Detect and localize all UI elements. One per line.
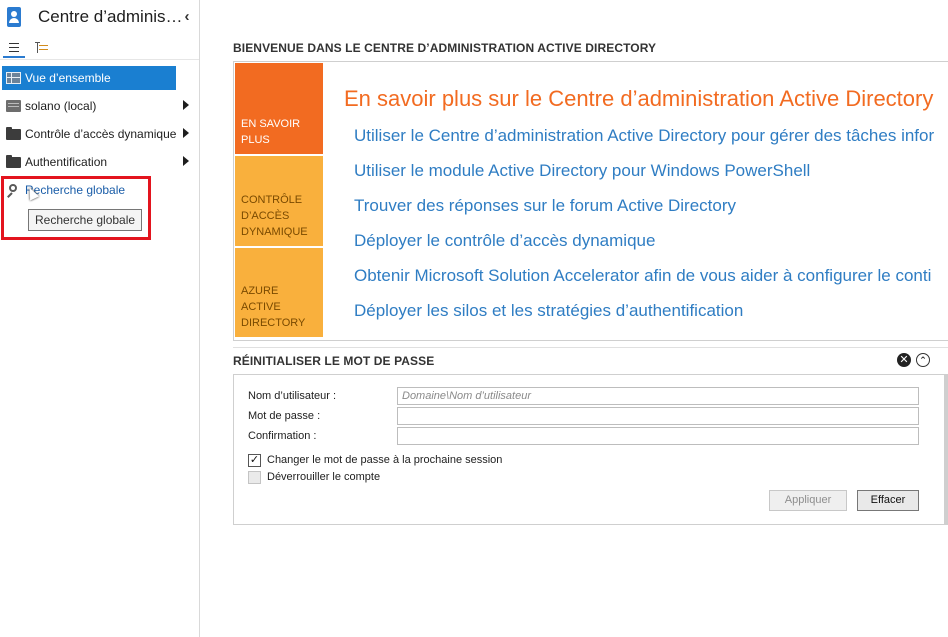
learn-more-heading: En savoir plus sur le Centre d’administr…: [344, 86, 934, 111]
tile-dynamic-access-control[interactable]: CONTRÔLE D’ACCÈS DYNAMIQUE: [235, 156, 323, 246]
expand-arrow-icon[interactable]: [183, 100, 189, 110]
welcome-section-title: BIENVENUE DANS LE CENTRE D’ADMINISTRATIO…: [233, 41, 657, 55]
folder-icon: [6, 155, 21, 168]
nav-item-label: Vue d’ensemble: [25, 71, 111, 85]
learn-link-auth-silos[interactable]: Déployer les silos et les stratégies d’a…: [354, 301, 743, 321]
list-view-icon: [9, 43, 19, 52]
reset-password-panel: Nom d’utilisateur : Mot de passe : Confi…: [233, 374, 945, 525]
nav-item-label: Contrôle d’accès dynamique: [25, 127, 177, 141]
welcome-panel: EN SAVOIR PLUS CONTRÔLE D’ACCÈS DYNAMIQU…: [233, 61, 948, 341]
username-label: Nom d’utilisateur :: [248, 390, 337, 402]
active-directory-user-icon: [7, 7, 21, 27]
section-divider: [233, 347, 948, 348]
navigation-header: Centre d’adminis… ‹: [0, 0, 199, 35]
app-title: Centre d’adminis…: [38, 7, 183, 26]
tree-view-icon: [35, 42, 48, 53]
nav-item-dynamic-access-control[interactable]: Contrôle d’accès dynamique: [2, 122, 198, 146]
tile-label: EN SAVOIR PLUS: [241, 118, 301, 146]
expand-arrow-icon[interactable]: [183, 128, 189, 138]
close-icon[interactable]: ✕: [897, 353, 911, 367]
tile-azure-active-directory[interactable]: AZURE ACTIVE DIRECTORY: [235, 248, 323, 337]
tile-label: AZURE ACTIVE DIRECTORY: [241, 285, 306, 329]
nav-item-authentication[interactable]: Authentification: [2, 150, 198, 174]
collapse-section-icon[interactable]: ⌃: [916, 353, 930, 367]
overview-grid-icon: [6, 72, 21, 84]
main-content: BIENVENUE DANS LE CENTRE D’ADMINISTRATIO…: [200, 0, 948, 637]
tile-learn-more[interactable]: EN SAVOIR PLUS: [235, 63, 323, 154]
nav-item-label: solano (local): [25, 99, 97, 113]
collapse-pane-button[interactable]: ‹: [180, 8, 194, 26]
nav-item-label: Recherche globale: [25, 183, 126, 197]
nav-item-solano-local[interactable]: solano (local): [2, 94, 198, 118]
view-toggle-bar: [0, 36, 199, 60]
apply-button[interactable]: Appliquer: [769, 490, 847, 511]
nav-item-overview[interactable]: Vue d’ensemble: [2, 66, 176, 90]
learn-link-solution-accelerator[interactable]: Obtenir Microsoft Solution Accelerator a…: [354, 266, 931, 286]
password-label: Mot de passe :: [248, 410, 321, 422]
learn-link-powershell[interactable]: Utiliser le module Active Directory pour…: [354, 161, 810, 181]
nav-item-label: Authentification: [25, 155, 108, 169]
tree-view-button[interactable]: [31, 38, 53, 58]
unlock-account-checkbox[interactable]: [248, 471, 261, 484]
tile-label: CONTRÔLE D’ACCÈS DYNAMIQUE: [241, 194, 308, 238]
learn-link-forum[interactable]: Trouver des réponses sur le forum Active…: [354, 196, 736, 216]
checkbox-label: Changer le mot de passe à la prochaine s…: [267, 454, 503, 466]
confirm-label: Confirmation :: [248, 430, 317, 442]
reset-password-title: RÉINITIALISER LE MOT DE PASSE: [233, 354, 435, 368]
learn-link-dynamic-access[interactable]: Déployer le contrôle d’accès dynamique: [354, 231, 655, 251]
tooltip: Recherche globale: [28, 209, 143, 231]
magnifier-icon: [6, 184, 21, 196]
username-input[interactable]: [397, 387, 919, 405]
confirm-password-input[interactable]: [397, 427, 919, 445]
expand-arrow-icon[interactable]: [183, 156, 189, 166]
learn-link-manage-tasks[interactable]: Utiliser le Centre d’administration Acti…: [354, 126, 934, 146]
change-at-next-logon-checkbox[interactable]: ✓: [248, 454, 261, 467]
navigation-pane: Centre d’adminis… ‹ Vue d’ensemble solan…: [0, 0, 200, 637]
checkbox-label: Déverrouiller le compte: [267, 471, 381, 483]
password-input[interactable]: [397, 407, 919, 425]
folder-icon: [6, 127, 21, 140]
clear-button[interactable]: Effacer: [857, 490, 919, 511]
server-icon: [6, 100, 21, 112]
list-view-button[interactable]: [3, 38, 25, 58]
